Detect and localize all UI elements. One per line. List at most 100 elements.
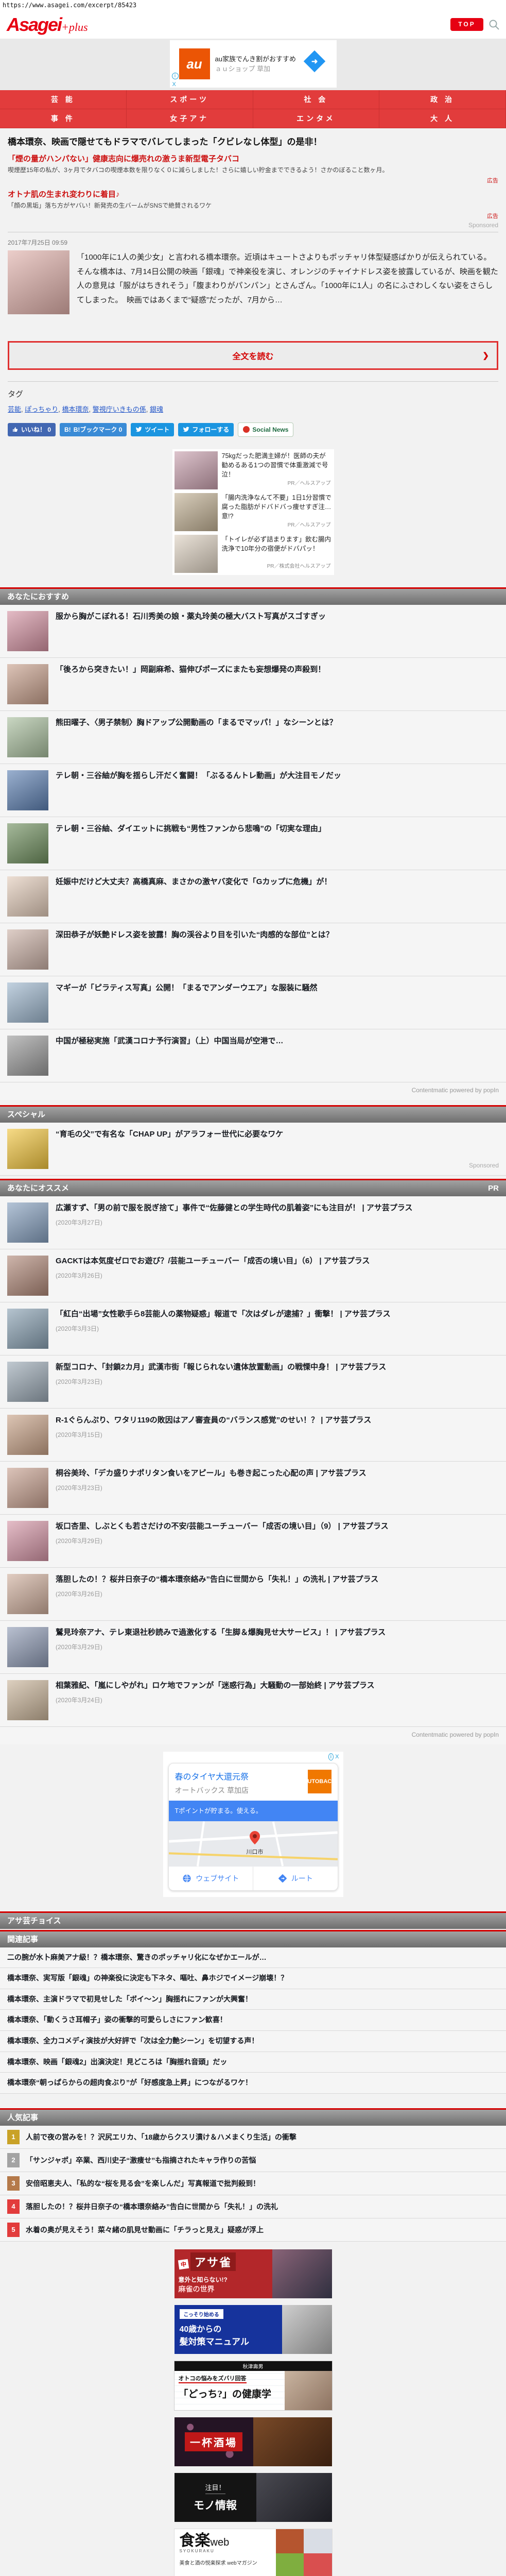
list-item[interactable]: 落胆したの！？桜井日奈子の“橋本環奈絡み”告白に世間から「失礼！」の洗礼 | ア… [0, 1568, 506, 1621]
rank-badge: 3 [7, 2176, 20, 2191]
related-link[interactable]: 橋本環奈、「動くうさ耳帽子」姿の衝撃的可愛らしさにファン歓喜！ [0, 2010, 506, 2031]
nav-seiji[interactable]: 政 治 [379, 90, 506, 109]
nav-geinou[interactable]: 芸 能 [0, 90, 127, 109]
tag-link[interactable]: 芸能 [8, 405, 21, 413]
ranking-item[interactable]: 3安倍昭恵夫人、「私的な“桜を見る会”を楽しんだ」写真報道で批判殺到！ [0, 2172, 506, 2195]
ad-info-icon[interactable]: i [328, 1753, 334, 1760]
related-link[interactable]: 橋本環奈、全力コメディ演技が大好評で「次は全力艶シーン」を切望する声！ [0, 2031, 506, 2052]
item-date: (2020年3月24日) [56, 1696, 375, 1704]
tag-link[interactable]: 銀魂 [150, 405, 163, 413]
related-link[interactable]: 橋本環奈、実写版「銀魂」の神楽役に決定も下ネタ、嘔吐、鼻ホジでイメージ崩壊！？ [0, 1968, 506, 1989]
chevron-right-icon: ❯ [482, 351, 489, 360]
pr-ad[interactable]: 「トイレが必ず詰まります」飲む腸内洗浄で10年分の宿便がドバパッ！PR／株式会社… [173, 533, 334, 574]
list-item[interactable]: 熊田曜子、〈男子禁制〉胸ドアップ公開動画の「まるでマッパ！」なシーンとは？ [0, 711, 506, 764]
related-link[interactable]: 橋本環奈“朝っぱらからの超肉食ぶり”が「好感度急上昇」につながるワケ！ [0, 2073, 506, 2094]
pr-label: PR／ヘルスアップ [222, 521, 332, 532]
main-nav: 芸 能 スポーツ 社 会 政 治 事 件 女子アナ エンタメ 大 人 [0, 90, 506, 128]
ad-info-icon[interactable]: i [172, 73, 179, 79]
sponsor-link[interactable]: 「煙の量がハンパない」健康志向に爆売れの激うま新型電子タバコ [8, 153, 498, 164]
tag-link[interactable]: 橋本環奈 [62, 405, 89, 413]
list-item[interactable]: 服から胸がこぼれる！石川秀美の娘・薬丸玲美の極大バスト写真がスゴすぎッ [0, 605, 506, 658]
sponsored-note: Sponsored [8, 222, 498, 232]
map-image[interactable]: 川口市 [169, 1821, 338, 1867]
nav-shakai[interactable]: 社 会 [253, 90, 380, 109]
au-logo: au [179, 48, 210, 79]
list-item[interactable]: 深田恭子が妖艶ドレス姿を披露！胸の渓谷より目を引いた“肉感的な部位”とは？ [0, 923, 506, 976]
list-item[interactable]: 鷲見玲奈アナ、テレ東退社秒読みで過激化する「生脚＆爆胸見せ大サービス」！ | ア… [0, 1621, 506, 1674]
top-button[interactable]: TOP [450, 18, 483, 31]
banner-syokuraku-web[interactable]: 食楽webSYOKURAKU美食と酒の悦楽探求 webマガジン [174, 2529, 333, 2576]
nav-jiken[interactable]: 事 件 [0, 109, 127, 128]
tag-link[interactable]: 警視庁いきもの係 [93, 405, 146, 413]
list-item[interactable]: 「後ろから突きたい！」岡副麻希、猫伸びポーズにまたも妄想爆発の声殺到！ [0, 658, 506, 711]
banner-photo [276, 2529, 332, 2576]
tag-link[interactable]: ぽっちゃり [25, 405, 58, 413]
url-text: https://www.asagei.com/excerpt/85423 [0, 0, 506, 11]
site-logo[interactable]: Asagei+plus [7, 14, 88, 36]
related-link[interactable]: 橋本環奈、映画「銀魂2」出演決定！見どころは「胸揺れ音頭」だッ [0, 2052, 506, 2073]
sponsor-link[interactable]: オトナ肌の生まれ変わりに着目♪ [8, 189, 498, 199]
pr-ad[interactable]: 75kgだった肥満主婦が！医師の夫が勧めるある1つの習慣で体重激減で号泣！PR／… [173, 450, 334, 492]
website-button[interactable]: ウェブサイト [169, 1867, 253, 1890]
article-photo [8, 250, 69, 314]
route-button[interactable]: ルート [253, 1867, 338, 1890]
banner-ippai-sakaba[interactable]: 一杯酒場 [175, 2417, 332, 2466]
ranking-item[interactable]: 2「サンジャポ」卒業、西川史子“激痩せ”も指摘されたキャラ作りの苦悩 [0, 2149, 506, 2172]
list-item[interactable]: 新型コロナ、「封鎖2カ月」武漢市街「報じられない遺体放置動画」の戦慄中身！ | … [0, 1355, 506, 1409]
nav-joshiana[interactable]: 女子アナ [127, 109, 253, 128]
sponsor-desc: 喫煙歴15年の私が、3ヶ月でタバコの喫煙本数を限りなく０に減らしました！さらに嬉… [8, 165, 498, 175]
list-item[interactable]: GACKTは本気度ゼロでお遊び？/芸能ユーチューバー「成否の境い目」（6） | … [0, 1249, 506, 1302]
like-button[interactable]: いいね！ 0 [8, 423, 56, 436]
ranking-item[interactable]: 1人前で夜の営みを！？沢尻エリカ、「18歳からクスリ漬け＆ハメまくり生活」の衝撃 [0, 2126, 506, 2149]
recommend-list: 服から胸がこぼれる！石川秀美の娘・薬丸玲美の極大バスト写真がスゴすぎッ 「後ろか… [0, 605, 506, 1082]
map-ad-banner[interactable]: Tポイントが貯まる。使える。 [169, 1801, 338, 1821]
related-list: 二の腕が水卜麻美アナ級！？橋本環奈、驚きのポッチャリ化になぜかエールが… 橋本環… [0, 1947, 506, 2094]
item-date: (2020年3月23日) [56, 1377, 386, 1386]
ranking-item[interactable]: 5水着の奥が見えそう！菜々緒の肌見せ動画に「チラっと見え」疑惑が浮上 [0, 2218, 506, 2242]
follow-button[interactable]: フォローする [178, 423, 234, 436]
related-link[interactable]: 橋本環奈、主演ドラマで初見せした「ボイ〜ン」胸揺れにファンが大興奮！ [0, 1989, 506, 2010]
list-item[interactable]: R-1ぐらんぷり、ワタリ119の敗因はアノ審査員の“バランス感覚”のせい！？ |… [0, 1409, 506, 1462]
tweet-button[interactable]: ツイート [131, 423, 174, 436]
hatena-bookmark-button[interactable]: B! B!ブックマーク 0 [60, 423, 127, 436]
nav-sports[interactable]: スポーツ [127, 90, 253, 109]
ad-close-icon[interactable]: X [335, 1754, 339, 1760]
social-news-button[interactable]: Social News [238, 422, 293, 437]
nav-otona[interactable]: 大 人 [379, 109, 506, 128]
banner-docchi-kenkougaku[interactable]: 秋津壽男 オトコの悩みをズバリ回答「どっち?」の健康学 [174, 2361, 333, 2411]
ad-arrow-icon[interactable]: ➜ [303, 50, 325, 72]
article-body: 「1000年に1人の美少女」と言われる橋本環奈。近頃はキュートさよりもポッチャリ… [77, 250, 498, 314]
list-item[interactable]: 桐谷美玲、「デカ盛りナポリタン食いをアピール」も巻き起こった心配の声 | アサ芸… [0, 1462, 506, 1515]
item-thumbnail [7, 1574, 48, 1614]
item-thumbnail [7, 823, 48, 863]
list-item[interactable]: 坂口杏里、しぶとくも若さだけの不安/芸能ユーチューバー「成否の境い目」（9） |… [0, 1515, 506, 1568]
read-more-button[interactable]: 全文を読む ❯ [8, 341, 498, 370]
list-item[interactable]: テレ朝・三谷紬、ダイエットに挑戦も“男性ファンから悲鳴”の「切実な理由」 [0, 817, 506, 870]
banner-hair-care[interactable]: こっそり始める40歳からの髪対策マニュアル [175, 2305, 332, 2354]
list-item[interactable]: マギーが「ピラティス写真」公開！「まるでアンダーウエア」な服装に騒然 [0, 976, 506, 1029]
related-link[interactable]: 二の腕が水卜麻美アナ級！？橋本環奈、驚きのポッチャリ化になぜかエールが… [0, 1947, 506, 1969]
sponsored-note: Sponsored [56, 1162, 499, 1169]
pr-ad[interactable]: 「腸内洗浄なんて不要」1日1分習慣で腐った脂肪がドバドバっ痩せすぎ注…意!?PR… [173, 492, 334, 533]
nav-entame[interactable]: エンタメ [253, 109, 380, 128]
item-date: (2020年3月15日) [56, 1430, 371, 1439]
list-item[interactable]: 「紅白“出場”女性歌手ら8芸能人の薬物疑惑」報道で「次はダレが逮捕？」衝撃！ |… [0, 1302, 506, 1355]
special-item[interactable]: “育毛の父”で有名な「CHAP UP」がアラフォー世代に必要なワケ Sponso… [0, 1123, 506, 1176]
banner-asajan[interactable]: 中 アサ雀意外と知らない!?麻雀の世界 [175, 2249, 332, 2298]
list-item[interactable]: 妊娠中だけど大丈夫？高橋真麻、まさかの激ヤバ変化で「Gカップに危機」が！ [0, 870, 506, 923]
au-ad-card[interactable]: au au家族でんき割がおすすめ ａｕショップ 草加 ➜ i X [170, 40, 337, 88]
search-icon[interactable] [488, 19, 500, 30]
list-item[interactable]: 相葉雅紀、「嵐にしやがれ」ロケ地でファンが「迷惑行為」大騒動の一部始終 | アサ… [0, 1674, 506, 1727]
list-item[interactable]: テレ朝・三谷紬が胸を揺らし汗だく奮闘！「ぶるるんトレ動画」が大注目モノだッ [0, 764, 506, 817]
list-item[interactable]: 中国が極秘実施「武漢コロナ予行演習」（上）中国当局が空港で… [0, 1029, 506, 1082]
banner-mono-joho[interactable]: 注目！モノ情報 [175, 2473, 332, 2522]
item-thumbnail [7, 1680, 48, 1720]
rank-badge: 2 [7, 2153, 20, 2167]
item-thumbnail [7, 982, 48, 1023]
list-item[interactable]: 広瀬すず、「男の前で服を脱ぎ捨て」事件で“佐藤健との学生時代の肌着姿”にも注目が… [0, 1196, 506, 1249]
osusume-list: 広瀬すず、「男の前で服を脱ぎ捨て」事件で“佐藤健との学生時代の肌着姿”にも注目が… [0, 1196, 506, 1727]
social-news-icon [243, 426, 250, 433]
ad-close-icon[interactable]: X [172, 81, 176, 88]
sponsor-desc: 「顔の黒垢」落ち方がヤバい！新発売の生バームがSNSで絶賛されるワケ [8, 201, 498, 210]
ranking-item[interactable]: 4落胆したの！？桜井日奈子の“橋本環奈絡み”告白に世間から「失礼！」の洗礼 [0, 2195, 506, 2218]
